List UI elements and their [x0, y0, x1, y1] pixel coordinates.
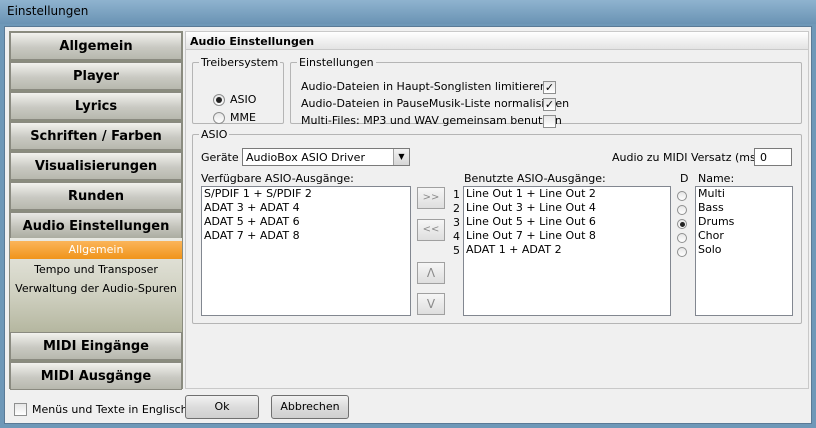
sidebar-item-lyrics[interactable]: Lyrics — [10, 92, 182, 120]
d-radio-row[interactable] — [677, 189, 687, 203]
driver-mme-label: MME — [230, 111, 256, 124]
main-panel: Audio Einstellungen Treibersystem ASIO M… — [185, 31, 809, 389]
ok-button[interactable]: Ok — [185, 395, 259, 419]
window-title: Einstellungen — [7, 4, 89, 18]
d-radio-row[interactable] — [677, 203, 687, 217]
asio-legend: ASIO — [201, 128, 228, 141]
radio-mme[interactable] — [213, 111, 225, 124]
radio-bass[interactable] — [677, 205, 687, 215]
output-index: 3 — [453, 216, 460, 229]
device-select-value: AudioBox ASIO Driver — [246, 151, 365, 164]
offset-label: Audio zu MIDI Versatz (ms): — [612, 151, 764, 164]
sidebar: Allgemein Player Lyrics Schriften / Farb… — [9, 31, 183, 390]
list-item[interactable]: Line Out 7 + Line Out 8 — [464, 229, 670, 243]
list-item[interactable]: Chor — [696, 229, 792, 243]
available-outputs-label: Verfügbare ASIO-Ausgänge: — [201, 172, 354, 185]
remove-output-button[interactable]: << — [417, 219, 445, 241]
title-bar: Einstellungen — [0, 0, 816, 24]
sidebar-item-rounds[interactable]: Runden — [10, 182, 182, 210]
sidebar-item-fonts-colors[interactable]: Schriften / Farben — [10, 122, 182, 150]
english-checkbox-label: Menüs und Texte in Englisch — [32, 402, 188, 416]
setting-normalize-checkbox[interactable]: ✓ — [543, 98, 556, 111]
names-list[interactable]: Multi Bass Drums Chor Solo — [695, 186, 793, 316]
english-menu-checkbox[interactable]: Menüs und Texte in Englisch — [14, 401, 188, 417]
list-item[interactable]: Line Out 3 + Line Out 4 — [464, 201, 670, 215]
available-outputs-list[interactable]: S/PDIF 1 + S/PDIF 2 ADAT 3 + ADAT 4 ADAT… — [201, 186, 411, 316]
d-radio-row[interactable] — [677, 231, 687, 245]
sidebar-item-player[interactable]: Player — [10, 62, 182, 90]
list-item[interactable]: ADAT 3 + ADAT 4 — [202, 201, 410, 215]
setting-normalize-label: Audio-Dateien in PauseMusik-Liste normal… — [301, 97, 570, 110]
chevron-down-icon[interactable]: ▼ — [393, 149, 409, 165]
list-item[interactable]: Line Out 5 + Line Out 6 — [464, 215, 670, 229]
move-down-button[interactable]: V — [417, 293, 445, 315]
offset-input[interactable]: 0 — [754, 148, 792, 166]
submenu-item-general[interactable]: Allgemein — [10, 241, 182, 259]
setting-limit-checkbox[interactable]: ✓ — [543, 81, 556, 94]
setting-multi-files: Multi-Files: MP3 und WAV gemeinsam benut… — [301, 113, 562, 129]
move-up-button[interactable]: Λ — [417, 262, 445, 284]
used-outputs-list[interactable]: Line Out 1 + Line Out 2 Line Out 3 + Lin… — [463, 186, 671, 316]
sidebar-item-visualizations[interactable]: Visualisierungen — [10, 152, 182, 180]
setting-multi-files-label: Multi-Files: MP3 und WAV gemeinsam benut… — [301, 114, 562, 127]
driver-system-group: Treibersystem ASIO MME — [192, 56, 284, 124]
radio-chor[interactable] — [677, 233, 687, 243]
output-index: 4 — [453, 230, 460, 243]
driver-system-legend: Treibersystem — [201, 56, 279, 69]
sidebar-item-audio-settings[interactable]: Audio Einstellungen — [10, 212, 182, 240]
radio-solo[interactable] — [677, 247, 687, 257]
setting-normalize-pause: Audio-Dateien in PauseMusik-Liste normal… — [301, 96, 569, 112]
list-item[interactable]: ADAT 7 + ADAT 8 — [202, 229, 410, 243]
radio-drums[interactable] — [677, 219, 687, 229]
settings-legend: Einstellungen — [299, 56, 374, 69]
english-checkbox-box[interactable] — [14, 402, 27, 416]
list-item[interactable]: S/PDIF 1 + S/PDIF 2 — [202, 187, 410, 201]
device-label: Geräte — [201, 151, 239, 164]
list-item[interactable]: ADAT 5 + ADAT 6 — [202, 215, 410, 229]
d-radio-row[interactable] — [677, 245, 687, 259]
sidebar-item-midi-inputs[interactable]: MIDI Eingänge — [10, 332, 182, 360]
name-column-label: Name: — [698, 172, 735, 185]
setting-limit-songlists: Audio-Dateien in Haupt-Songlisten limiti… — [301, 79, 547, 95]
sidebar-item-midi-outputs[interactable]: MIDI Ausgänge — [10, 362, 182, 390]
cancel-button[interactable]: Abbrechen — [271, 395, 349, 419]
device-select[interactable]: AudioBox ASIO Driver ▼ — [242, 148, 410, 166]
list-item[interactable]: Line Out 1 + Line Out 2 — [464, 187, 670, 201]
list-item[interactable]: ADAT 1 + ADAT 2 — [464, 243, 670, 257]
submenu-item-tempo-transposer[interactable]: Tempo und Transposer — [10, 261, 182, 279]
submenu-item-audio-tracks[interactable]: Verwaltung der Audio-Spuren — [10, 280, 182, 298]
setting-limit-label: Audio-Dateien in Haupt-Songlisten limiti… — [301, 80, 547, 93]
d-radio-row[interactable] — [677, 217, 687, 231]
radio-multi[interactable] — [677, 191, 687, 201]
output-index: 1 — [453, 188, 460, 201]
driver-option-mme[interactable]: MME — [213, 111, 256, 124]
radio-asio[interactable] — [213, 93, 225, 106]
list-item[interactable]: Bass — [696, 201, 792, 215]
used-outputs-index-column: 1 2 3 4 5 — [450, 188, 460, 258]
list-item[interactable]: Solo — [696, 243, 792, 257]
driver-asio-label: ASIO — [230, 93, 257, 106]
settings-group: Einstellungen Audio-Dateien in Haupt-Son… — [290, 56, 802, 128]
list-item[interactable]: Drums — [696, 215, 792, 229]
audio-submenu: Allgemein Tempo und Transposer Verwaltun… — [10, 238, 182, 332]
page-title: Audio Einstellungen — [186, 32, 808, 50]
sidebar-item-allgemein[interactable]: Allgemein — [10, 32, 182, 60]
list-item[interactable]: Multi — [696, 187, 792, 201]
output-index: 2 — [453, 202, 460, 215]
used-outputs-label: Benutzte ASIO-Ausgänge: — [464, 172, 606, 185]
add-output-button[interactable]: >> — [417, 187, 445, 209]
setting-multi-files-checkbox[interactable] — [543, 115, 556, 128]
d-radio-column — [677, 189, 687, 259]
settings-window: Allgemein Player Lyrics Schriften / Farb… — [4, 26, 812, 424]
output-index: 5 — [453, 244, 460, 257]
d-column-label: D — [680, 172, 689, 185]
driver-option-asio[interactable]: ASIO — [213, 93, 256, 106]
